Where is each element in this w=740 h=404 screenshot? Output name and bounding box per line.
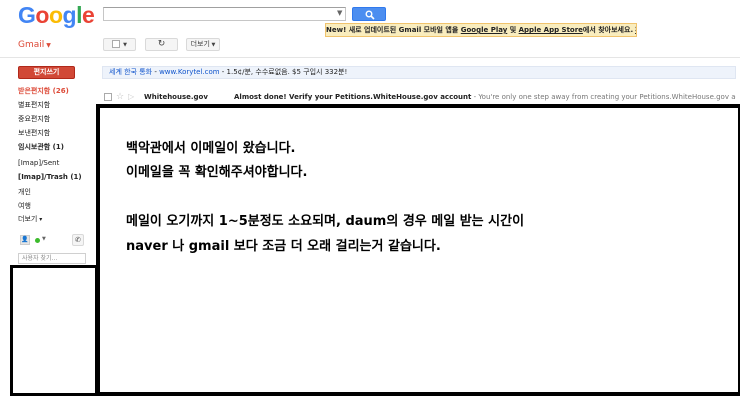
phone-icon[interactable]: ✆ xyxy=(72,234,84,246)
ad-banner[interactable]: 세계 한국 통화 - www.Korytel.com - 1.5¢/분, 수수료… xyxy=(102,66,736,79)
sidebar-item[interactable]: 별표편지함 xyxy=(18,100,50,110)
google-play-link[interactable]: Google Play xyxy=(461,26,508,34)
people-search-input[interactable]: 사용자 찾기... xyxy=(18,253,86,264)
sidebar-item-label: 받은편지함 (26) xyxy=(18,87,69,95)
logo-letter: e xyxy=(81,2,95,28)
select-all-button[interactable]: ▼ xyxy=(103,38,136,51)
compose-button[interactable]: 편지쓰기 xyxy=(18,66,75,79)
status-online-icon[interactable] xyxy=(35,238,40,243)
sidebar-item-label: 중요편지함 xyxy=(18,115,51,123)
sidebar-item-label: 임시보관함 (1) xyxy=(18,143,64,151)
header-divider xyxy=(0,57,740,58)
sidebar-item-label: 개인 xyxy=(18,188,31,196)
sidebar-item-label: [Imap]/Sent xyxy=(18,159,60,167)
sidebar-item[interactable]: 임시보관함 (1) xyxy=(18,142,64,152)
overlay-line-4: naver 나 gmail 보다 조금 더 오래 걸리는거 같습니다. xyxy=(126,239,441,254)
sidebar-item[interactable]: 개인 xyxy=(18,187,31,197)
chevron-down-icon: ▾ xyxy=(37,216,43,223)
redacted-box xyxy=(10,265,98,396)
notice-prefix: New! 새로 업데이트된 Gmail 모바일 앱을 xyxy=(326,26,461,34)
ad-url[interactable]: www.Korytel.com xyxy=(159,68,219,76)
gmail-label: Gmail xyxy=(18,40,45,50)
checkbox-icon xyxy=(112,40,121,48)
chevron-down-icon: ▼ xyxy=(209,42,216,48)
avatar[interactable]: 👤 xyxy=(20,235,30,245)
logo-letter: o xyxy=(35,2,49,28)
star-icon[interactable]: ☆ xyxy=(116,90,124,104)
notification-banner: New! 새로 업데이트된 Gmail 모바일 앱을 Google Play 및… xyxy=(325,23,637,37)
sidebar-item[interactable]: 받은편지함 (26) xyxy=(18,86,69,96)
refresh-icon: ↻ xyxy=(157,39,166,49)
row-checkbox[interactable] xyxy=(104,93,112,101)
sidebar-item-label: 별표편지함 xyxy=(18,101,51,109)
sidebar-item-label: 여행 xyxy=(18,202,31,210)
logo-letter: G xyxy=(18,2,36,28)
overlay-line-2: 이메일을 꼭 확인해주셔야합니다. xyxy=(126,165,308,180)
dismiss-link[interactable]: 패쇄 xyxy=(635,26,636,34)
notice-mid: 및 xyxy=(507,26,519,34)
notice-suffix: 에서 찾아보세요. xyxy=(582,26,634,34)
more-label: 더보기 xyxy=(190,40,210,48)
sidebar-item[interactable]: [Imap]/Trash (1) xyxy=(18,173,82,181)
search-input[interactable] xyxy=(103,7,346,21)
sidebar-item[interactable]: [Imap]/Sent xyxy=(18,159,59,167)
sidebar-item-label: 보낸편지함 xyxy=(18,129,51,137)
ad-title[interactable]: 세계 한국 통화 xyxy=(109,68,152,76)
sidebar-item-label: [Imap]/Trash (1) xyxy=(18,173,82,181)
chevron-down-icon: ▼ xyxy=(46,42,51,49)
google-logo[interactable]: Google xyxy=(18,2,95,29)
ad-description: - 1.5¢/분, 수수료없음. $5 구입시 332분! xyxy=(219,68,348,76)
gmail-menu[interactable]: Gmail ▼ xyxy=(18,40,51,50)
logo-letter: o xyxy=(48,2,63,28)
logo-letter: g xyxy=(62,2,77,28)
chevron-down-icon: ▼ xyxy=(123,42,127,48)
app-store-link[interactable]: Apple App Store xyxy=(519,26,583,34)
email-subject: Almost done! Verify your Petitions.White… xyxy=(234,93,472,101)
email-subject-snippet[interactable]: Almost done! Verify your Petitions.White… xyxy=(234,90,736,104)
email-sender[interactable]: Whitehouse.gov xyxy=(144,90,208,104)
refresh-button[interactable]: ↻ xyxy=(145,38,178,51)
sidebar-item[interactable]: 중요편지함 xyxy=(18,114,50,124)
search-options-chevron-icon[interactable]: ▼ xyxy=(337,9,342,17)
overlay-line-3: 메일이 오기까지 1~5분정도 소요되며, daum의 경우 메일 받는 시간이 xyxy=(126,214,525,229)
email-snippet: - You're only one step away from creatin… xyxy=(473,93,736,101)
chevron-down-icon[interactable]: ▼ xyxy=(42,236,46,242)
sidebar-item[interactable]: 더보기 ▾ xyxy=(18,214,42,224)
overlay-line-1: 백악관에서 이메일이 왔습니다. xyxy=(126,141,296,156)
importance-marker-icon[interactable]: ▷ xyxy=(128,90,134,104)
sidebar-item[interactable]: 여행 xyxy=(18,201,31,211)
search-button[interactable] xyxy=(352,7,386,21)
more-actions-button[interactable]: 더보기 ▼ xyxy=(186,38,220,51)
sidebar-item[interactable]: 보낸편지함 xyxy=(18,128,50,138)
sidebar-item-label: 더보기 xyxy=(18,215,38,223)
search-icon xyxy=(365,10,375,20)
